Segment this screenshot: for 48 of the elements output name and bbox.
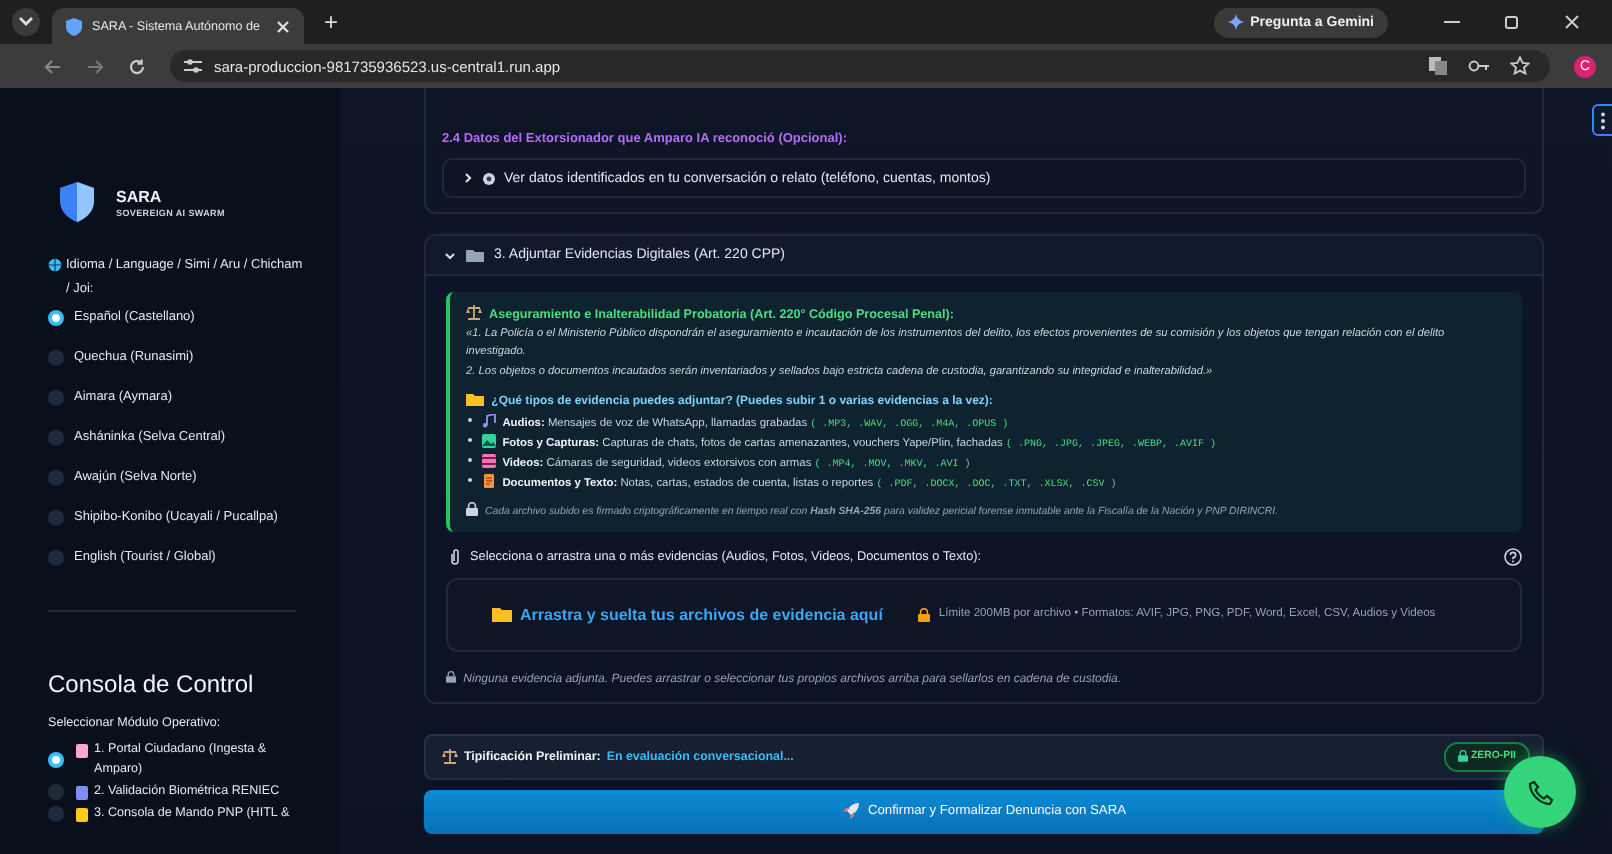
folder-icon [466, 391, 484, 406]
radio-button[interactable] [48, 784, 64, 800]
radio-button[interactable] [48, 752, 64, 768]
close-window-icon[interactable] [1564, 14, 1580, 30]
phone-button[interactable] [1504, 756, 1576, 828]
console-title: Consola de Control [48, 670, 256, 698]
globe-icon [48, 258, 62, 272]
restore-icon[interactable] [1504, 14, 1520, 30]
more-icon[interactable] [1592, 104, 1612, 136]
radio-button[interactable] [48, 509, 64, 525]
key-icon[interactable] [1468, 58, 1490, 74]
module-icon [76, 743, 88, 757]
forward-icon[interactable] [86, 57, 104, 75]
folder-icon [466, 248, 484, 262]
sparkle-icon [1228, 14, 1245, 30]
lock-icon [466, 501, 478, 516]
brand-name: SARA [116, 187, 164, 205]
music-note-icon [481, 413, 496, 428]
radio-button[interactable] [48, 389, 64, 405]
radio-button[interactable] [48, 549, 64, 565]
star-icon[interactable] [1510, 56, 1530, 76]
reload-icon[interactable] [128, 57, 146, 75]
new-tab-button[interactable]: + [316, 8, 347, 36]
document-icon [481, 473, 496, 488]
dropzone-text: Arrastra y suelta tus archivos de evidencia aquí [520, 605, 883, 624]
help-icon[interactable] [1504, 548, 1522, 567]
lock-icon [1457, 750, 1468, 763]
radio-button[interactable] [48, 309, 64, 325]
radio-button[interactable] [48, 429, 64, 445]
close-icon[interactable] [276, 19, 290, 33]
paperclip-icon [450, 548, 460, 567]
rocket-icon [842, 802, 860, 821]
phone-icon [1527, 779, 1553, 805]
shield-icon [66, 17, 82, 35]
scales-icon [442, 748, 458, 765]
radio-button[interactable] [48, 806, 64, 822]
lock-icon [918, 607, 931, 622]
scales-icon [466, 304, 482, 320]
image-icon [481, 433, 496, 448]
lock-icon [446, 669, 456, 684]
tab-search-icon[interactable] [12, 8, 40, 36]
radio-button[interactable] [48, 469, 64, 485]
site-settings-icon[interactable] [184, 58, 202, 74]
radio-button[interactable] [48, 349, 64, 365]
back-icon[interactable] [44, 57, 62, 75]
folder-icon [492, 606, 512, 623]
film-icon [481, 453, 496, 468]
shield-logo-icon [60, 182, 94, 222]
